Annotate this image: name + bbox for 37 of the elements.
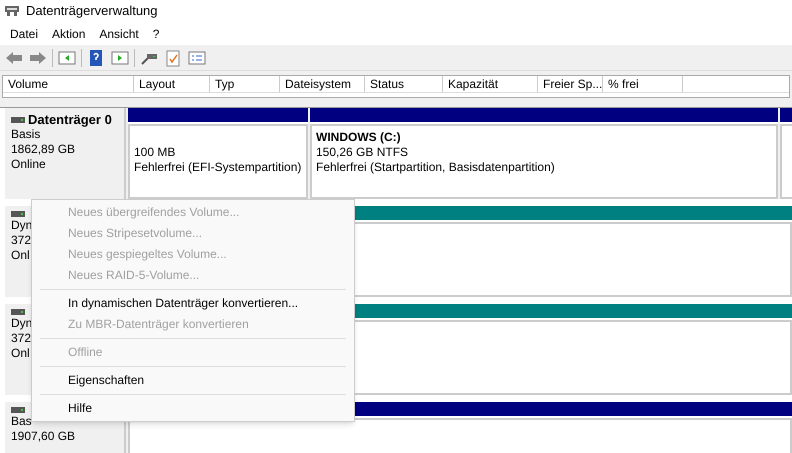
partition-name: WINDOWS (C:) xyxy=(316,130,402,145)
disk-size: 372 xyxy=(11,233,32,248)
menu-item[interactable]: Hilfe xyxy=(32,398,354,419)
partition-status: Fehlerfrei (Startpartition, Basisdatenpartition) xyxy=(316,160,556,175)
column-header[interactable]: Volume xyxy=(3,76,134,92)
menu-item[interactable]: Ansicht xyxy=(92,24,146,42)
partition-size: 150,26 GB NTFS xyxy=(316,145,410,160)
disk-name: Datenträger 0 xyxy=(28,112,112,127)
column-header[interactable]: Typ xyxy=(210,76,280,92)
window-title: Datenträgerverwaltung xyxy=(26,2,158,20)
disk-size: 1907,60 GB xyxy=(11,429,76,444)
disk-size: 372 xyxy=(11,331,32,346)
disk-status: Onl xyxy=(11,346,30,361)
disk-size: 1862,89 GB xyxy=(11,142,76,157)
partition-block[interactable]: WINDOWS (C:) 150,26 GB NTFS Fehlerfrei (Startpartition, Basisdatenpartition) xyxy=(310,108,778,199)
panel-icon[interactable] xyxy=(57,48,77,66)
disk-status: Online xyxy=(11,157,46,172)
partition-size: 100 MB xyxy=(134,145,176,160)
menu-item[interactable]: ? xyxy=(146,24,166,42)
column-header[interactable]: % frei xyxy=(603,76,683,92)
disk-type: Basis xyxy=(11,127,40,142)
disk-type: Bas xyxy=(11,414,32,429)
menu-item[interactable]: Datei xyxy=(3,24,46,42)
menu-item[interactable]: Aktion xyxy=(45,24,92,42)
panel-icon[interactable] xyxy=(110,48,130,66)
list-icon[interactable] xyxy=(187,48,207,66)
menu-item[interactable]: In dynamischen Datenträger konvertieren... xyxy=(32,293,354,314)
partition-status: Fehlerfrei (EFI-Systempartition) xyxy=(134,160,302,175)
disk-management-icon xyxy=(4,4,20,18)
column-header[interactable]: Status xyxy=(365,76,443,92)
menu-item[interactable]: Eigenschaften xyxy=(32,370,354,391)
partition-block[interactable]: 100 MB Fehlerfrei (EFI-Systempartition) xyxy=(128,108,308,199)
disk-status: Onl xyxy=(11,248,30,263)
column-header[interactable]: Layout xyxy=(134,76,210,92)
column-header[interactable]: Kapazität xyxy=(443,76,538,92)
column-header[interactable]: Freier Sp... xyxy=(538,76,603,92)
column-header[interactable]: Dateisystem xyxy=(280,76,365,92)
